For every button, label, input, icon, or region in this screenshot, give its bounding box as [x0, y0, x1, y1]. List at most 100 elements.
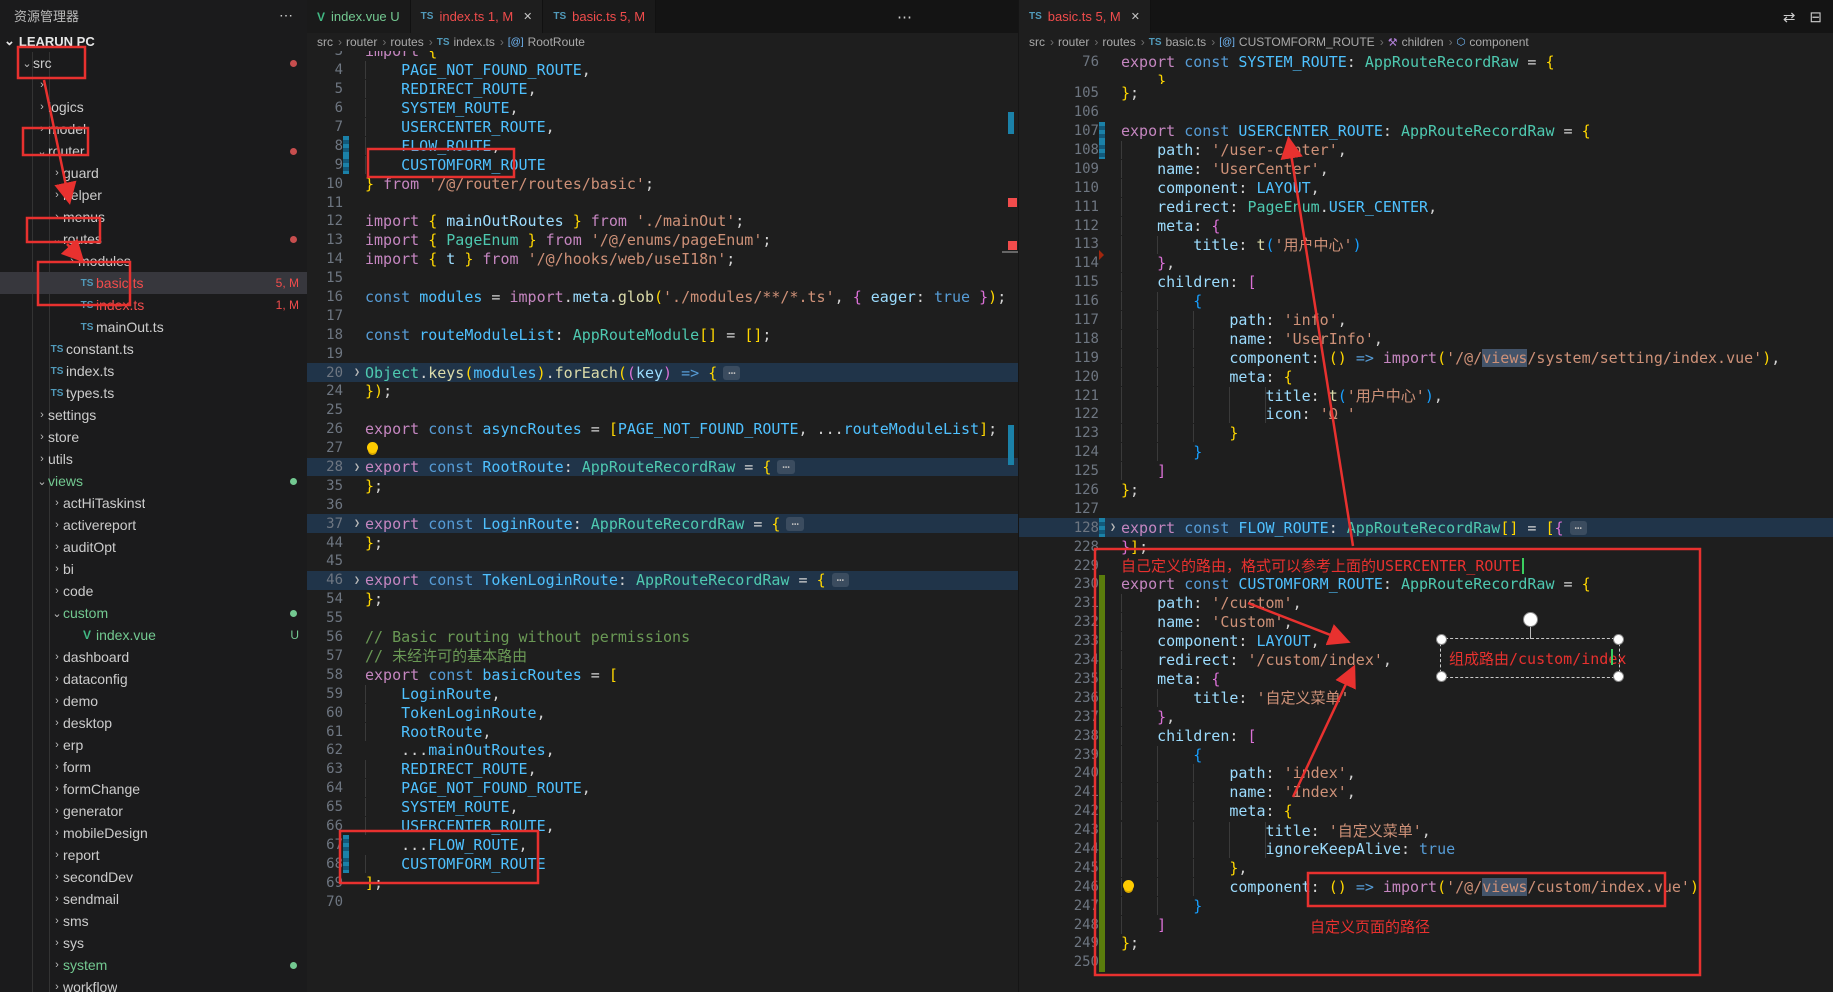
- folded-ellipsis[interactable]: ⋯: [832, 573, 849, 587]
- code-line-106[interactable]: 106: [1019, 103, 1833, 122]
- code-line-56[interactable]: 56// Basic routing without permissions: [307, 628, 1018, 647]
- code-line-105[interactable]: 105};: [1019, 84, 1833, 103]
- code-line-246[interactable]: 246 component: () => import('/@/views/cu…: [1019, 877, 1833, 896]
- tree-item-routes[interactable]: ⌄routes: [0, 228, 307, 250]
- code-line-55[interactable]: 55: [307, 609, 1018, 628]
- folded-ellipsis[interactable]: ⋯: [777, 460, 794, 474]
- code-line-110[interactable]: 110 component: LAYOUT,: [1019, 178, 1833, 197]
- breadcrumb-item-src[interactable]: src: [1029, 35, 1045, 49]
- tree-item-actHiTaskinst[interactable]: ›actHiTaskinst: [0, 492, 307, 514]
- tree-item-index.ts[interactable]: TSindex.ts: [0, 360, 307, 382]
- code-line-35[interactable]: 35};: [307, 476, 1018, 495]
- code-line-65[interactable]: 65 SYSTEM_ROUTE,: [307, 798, 1018, 817]
- code-line-113[interactable]: 113 title: t('用户中心'): [1019, 235, 1833, 254]
- code-line-236[interactable]: 236 title: '自定义菜单': [1019, 688, 1833, 707]
- code-line-4[interactable]: 4 PAGE_NOT_FOUND_ROUTE,: [307, 61, 1018, 80]
- code-line-59[interactable]: 59 LoginRoute,: [307, 684, 1018, 703]
- code-line-237[interactable]: 237 },: [1019, 707, 1833, 726]
- tree-item-guard[interactable]: ›guard: [0, 162, 307, 184]
- code-line-114[interactable]: 114 },: [1019, 254, 1833, 273]
- code-line-8[interactable]: 8 FLOW_ROUTE,: [307, 136, 1018, 155]
- code-line-128[interactable]: 128❯export const FLOW_ROUTE: AppRouteRec…: [1019, 518, 1833, 537]
- tab-index.ts[interactable]: TSindex.ts 1, M✕: [411, 0, 544, 33]
- code-line-238[interactable]: 238 children: [: [1019, 726, 1833, 745]
- tree-item-code[interactable]: ›code: [0, 580, 307, 602]
- code-line-245[interactable]: 245 },: [1019, 858, 1833, 877]
- tree-item-demo[interactable]: ›demo: [0, 690, 307, 712]
- tab-index.vue[interactable]: Vindex.vue U: [307, 0, 411, 33]
- code-line[interactable]: }: [1019, 72, 1833, 84]
- code-line-28[interactable]: 28❯export const RootRoute: AppRouteRecor…: [307, 458, 1018, 477]
- tree-item-desktop[interactable]: ›desktop: [0, 712, 307, 734]
- code-line-60[interactable]: 60 TokenLoginRoute,: [307, 703, 1018, 722]
- breadcrumb-item-component[interactable]: ›⬡component: [1449, 35, 1529, 49]
- code-line-70[interactable]: 70: [307, 892, 1018, 911]
- code-line-122[interactable]: 122 icon: 'Ω ': [1019, 405, 1833, 424]
- code-line-117[interactable]: 117 path: 'info',: [1019, 311, 1833, 330]
- code-line-242[interactable]: 242 meta: {: [1019, 802, 1833, 821]
- code-line-26[interactable]: 26export const asyncRoutes = [PAGE_NOT_F…: [307, 420, 1018, 439]
- tree-item-sms[interactable]: ›sms: [0, 910, 307, 932]
- code-line-13[interactable]: 13import { PageEnum } from '/@/enums/pag…: [307, 231, 1018, 250]
- code-line-240[interactable]: 240 path: 'index',: [1019, 764, 1833, 783]
- code-line-24[interactable]: 24});: [307, 382, 1018, 401]
- code-line-57[interactable]: 57// 未经许可的基本路由: [307, 647, 1018, 666]
- fold-chevron-icon[interactable]: ❯: [349, 575, 365, 586]
- tree-item-form[interactable]: ›form: [0, 756, 307, 778]
- tree-item-bi[interactable]: ›bi: [0, 558, 307, 580]
- tree-item-constant.ts[interactable]: TSconstant.ts: [0, 338, 307, 360]
- code-line-20[interactable]: 20❯Object.keys(modules).forEach((key) =>…: [307, 363, 1018, 382]
- tree-item-settings[interactable]: ›settings: [0, 404, 307, 426]
- code-line-16[interactable]: 16const modules = import.meta.glob('./mo…: [307, 288, 1018, 307]
- code-line-76[interactable]: 76export const SYSTEM_ROUTE: AppRouteRec…: [1019, 53, 1833, 72]
- tree-item-dashboard[interactable]: ›dashboard: [0, 646, 307, 668]
- scrollbar-slider-edge[interactable]: [1002, 251, 1018, 253]
- code-line-248[interactable]: 248 ]: [1019, 915, 1833, 934]
- breadcrumb-item-src[interactable]: src: [317, 35, 333, 49]
- tree-item-logics[interactable]: ›logics: [0, 96, 307, 118]
- code-line-11[interactable]: 11: [307, 193, 1018, 212]
- code-line-231[interactable]: 231 path: '/custom',: [1019, 594, 1833, 613]
- breadcrumb-item-index.ts[interactable]: ›TSindex.ts: [429, 35, 495, 49]
- code-line-250[interactable]: 250: [1019, 953, 1833, 972]
- code-line-243[interactable]: 243 title: '自定义菜单',: [1019, 821, 1833, 840]
- tree-item-index.ts[interactable]: TSindex.ts1, M: [0, 294, 307, 316]
- code-line-25[interactable]: 25: [307, 401, 1018, 420]
- code-line-61[interactable]: 61 RootRoute,: [307, 722, 1018, 741]
- code-line-66[interactable]: 66 USERCENTER_ROUTE,: [307, 817, 1018, 836]
- code-line-58[interactable]: 58export const basicRoutes = [: [307, 665, 1018, 684]
- breadcrumb-item-RootRoute[interactable]: ›[@]RootRoute: [500, 35, 585, 49]
- breadcrumb-item-routes[interactable]: ›routes: [1094, 35, 1135, 49]
- tree-item-auditOpt[interactable]: ›auditOpt: [0, 536, 307, 558]
- code-line-107[interactable]: 107export const USERCENTER_ROUTE: AppRou…: [1019, 122, 1833, 141]
- code-line-15[interactable]: 15: [307, 269, 1018, 288]
- tree-item-custom[interactable]: ⌄custom: [0, 602, 307, 624]
- code-line-46[interactable]: 46❯export const TokenLoginRoute: AppRout…: [307, 571, 1018, 590]
- code-line-109[interactable]: 109 name: 'UserCenter',: [1019, 159, 1833, 178]
- tree-item-modules[interactable]: ›modules: [0, 250, 307, 272]
- breadcrumb-item-children[interactable]: ›⚒children: [1380, 35, 1444, 49]
- code-line-235[interactable]: 235 meta: {: [1019, 670, 1833, 689]
- code-line-230[interactable]: 230export const CUSTOMFORM_ROUTE: AppRou…: [1019, 575, 1833, 594]
- tree-item-mainOut.ts[interactable]: TSmainOut.ts: [0, 316, 307, 338]
- code-line-111[interactable]: 111 redirect: PageEnum.USER_CENTER,: [1019, 197, 1833, 216]
- code-line-124[interactable]: 124 }: [1019, 443, 1833, 462]
- tree-item-store[interactable]: ›store: [0, 426, 307, 448]
- tab-basic.ts[interactable]: TSbasic.ts 5, M: [543, 0, 656, 33]
- code-line-120[interactable]: 120 meta: {: [1019, 367, 1833, 386]
- code-line-241[interactable]: 241 name: 'Index',: [1019, 783, 1833, 802]
- close-icon[interactable]: ✕: [523, 10, 532, 23]
- code-line-249[interactable]: 249};: [1019, 934, 1833, 953]
- code-line-228[interactable]: 228}];: [1019, 537, 1833, 556]
- code-line-14[interactable]: 14import { t } from '/@/hooks/web/useI18…: [307, 250, 1018, 269]
- code-line-27[interactable]: 27: [307, 439, 1018, 458]
- code-line-9[interactable]: 9 CUSTOMFORM_ROUTE: [307, 155, 1018, 174]
- code-line-118[interactable]: 118 name: 'UserInfo',: [1019, 329, 1833, 348]
- breadcrumb-item-router[interactable]: ›router: [1050, 35, 1089, 49]
- code-line-116[interactable]: 116 {: [1019, 292, 1833, 311]
- code-line-7[interactable]: 7 USERCENTER_ROUTE,: [307, 118, 1018, 137]
- breadcrumb-item-routes[interactable]: ›routes: [382, 35, 423, 49]
- code-line-127[interactable]: 127: [1019, 499, 1833, 518]
- code-line-62[interactable]: 62 ...mainOutRoutes,: [307, 741, 1018, 760]
- tree-item-basic.ts[interactable]: TSbasic.ts5, M: [0, 272, 307, 294]
